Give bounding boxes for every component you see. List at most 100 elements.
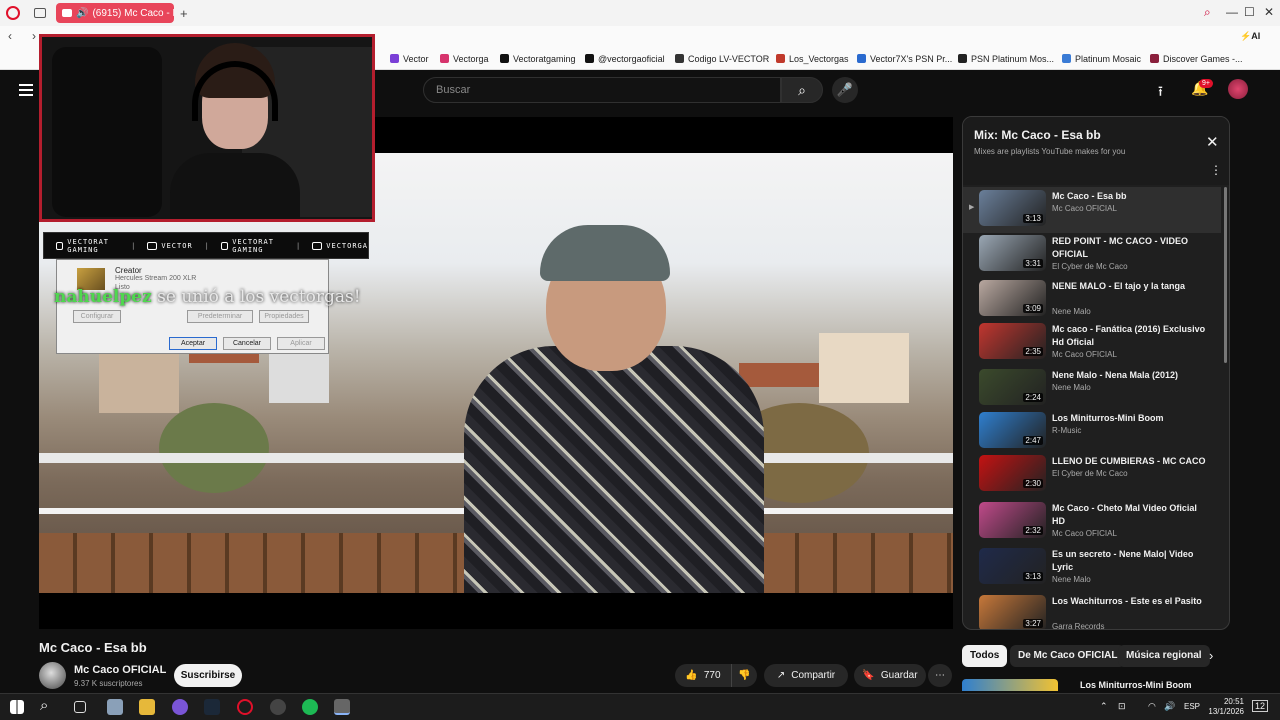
folder-icon[interactable] [139, 699, 155, 715]
voice-search-button[interactable]: 🎤 [832, 77, 858, 103]
window-close-button[interactable]: ✕ [1264, 5, 1274, 19]
clock-time: 20:51 [1223, 697, 1244, 706]
channel-name[interactable]: Mc Caco OFICIAL [74, 664, 166, 676]
bookmark-item[interactable]: Vectorga [440, 54, 489, 64]
bookmark-item[interactable]: Platinum Mosaic [1062, 54, 1141, 64]
playlist-item[interactable]: 3:31 RED POINT - MC CACO - VIDEO OFICIAL E… [963, 232, 1221, 278]
search-tabs-icon[interactable]: ⌕ [1204, 5, 1211, 20]
chevron-right-icon[interactable]: › [1209, 648, 1213, 663]
playlist-item[interactable]: 3:13 Es un secreto - Nene Malo| Video Lyr… [963, 545, 1221, 591]
bookmark-favicon-icon [776, 54, 785, 63]
apply-button[interactable]: Aplicar [277, 337, 325, 350]
chip-regional-music[interactable]: Música regional [1118, 645, 1210, 667]
minimize-button[interactable]: — [1226, 5, 1238, 19]
social-links-banner: VECTORAT GAMING | VECTOR | VECTORAT GAMI… [43, 232, 369, 259]
playlist-item[interactable]: 2:24 Nene Malo - Nena Mala (2012) Nene Mal… [963, 366, 1221, 412]
search-input[interactable]: Buscar [423, 77, 781, 103]
obs-icon[interactable] [270, 699, 286, 715]
opera-logo-icon[interactable] [6, 6, 20, 20]
configure-button[interactable]: Configurar [73, 310, 121, 323]
active-tab[interactable]: 🔊 (6915) Mc Caco - Esa b ✕ [56, 3, 174, 23]
social-twitter: VECTORAT GAMING [232, 237, 274, 254]
social-twitch: VECTOR [161, 241, 193, 250]
chip-channel[interactable]: De Mc Caco OFICIAL [1010, 645, 1126, 667]
opera-gx-icon[interactable] [172, 699, 188, 715]
back-icon[interactable]: ‹ [8, 29, 12, 43]
file-manager-icon[interactable] [107, 699, 123, 715]
playlist-item-thumbnail: 3:31 [979, 235, 1046, 271]
playlist-item[interactable]: ▶ 3:13 Mc Caco - Esa bb Mc Caco OFICIAL [963, 187, 1221, 233]
language-indicator[interactable]: ESP [1184, 702, 1200, 711]
menu-icon[interactable] [19, 84, 33, 96]
playlist-item-channel: Mc Caco OFICIAL [1052, 204, 1117, 213]
account-avatar[interactable] [1228, 79, 1248, 99]
set-default-button[interactable]: Predeterminar [187, 310, 253, 323]
mix-header: Mix: Mc Caco - Esa bb Mixes are playlist… [963, 117, 1229, 185]
clock[interactable]: 20:51 13/1/2026 [1204, 697, 1244, 717]
playlist-item[interactable]: 2:35 Mc caco - Fanática (2016) Exclusivo … [963, 320, 1221, 366]
bookmark-item[interactable]: Discover Games -... [1150, 54, 1243, 64]
save-button[interactable]: 🔖 Guardar [854, 664, 926, 687]
spotify-icon[interactable] [302, 699, 318, 715]
bookmark-item[interactable]: Vectoratgaming [500, 54, 576, 64]
bookmark-label: Vector [403, 53, 429, 64]
subscribe-button[interactable]: Suscribirse [174, 664, 242, 687]
playlist-item-title: Mc caco - Fanática (2016) Exclusivo Hd O… [1052, 324, 1206, 347]
task-view-icon[interactable] [74, 701, 86, 713]
playlist-item-duration: 3:09 [1023, 304, 1043, 313]
next-video-row[interactable]: Los Miniturros-Mini Boom [962, 679, 1230, 691]
playlist-item-channel: Garra Records [1052, 622, 1105, 630]
network-icon[interactable]: ⊡ [1118, 701, 1126, 712]
forward-icon[interactable]: › [32, 29, 36, 43]
mix-title: Mix: Mc Caco - Esa bb [974, 128, 1101, 142]
search-button[interactable]: ⌕ [781, 77, 823, 103]
playlist-item-duration: 2:47 [1023, 436, 1043, 445]
more-actions-button[interactable]: ⋯ [928, 664, 952, 687]
playlist-item-thumbnail: 3:13 [979, 548, 1046, 584]
notification-center-icon[interactable]: 12 [1252, 700, 1269, 712]
ok-button[interactable]: Aceptar [169, 337, 217, 350]
speaker-icon[interactable]: 🔊 [76, 8, 88, 19]
search-icon[interactable]: ⌕ [40, 697, 48, 714]
opera-icon[interactable] [237, 699, 253, 715]
steam-icon[interactable] [204, 699, 220, 715]
properties-button[interactable]: Propiedades [259, 310, 309, 323]
share-button[interactable]: ↗ Compartir [764, 664, 848, 687]
scrollbar[interactable] [1224, 187, 1227, 363]
bookmark-item[interactable]: Los_Vectorgas [776, 54, 849, 64]
youtube-favicon-icon [62, 9, 72, 17]
playlist-item[interactable]: 3:09 NENE MALO - El tajo y la tanga Nene M… [963, 277, 1221, 323]
maximize-button[interactable]: ☐ [1244, 5, 1255, 19]
bookmark-item[interactable]: @vectorgaoficial [585, 54, 665, 64]
bookmark-label: @vectorgaoficial [598, 53, 665, 64]
wifi-icon[interactable]: ◠ [1148, 701, 1156, 712]
volume-icon[interactable]: 🔊 [1164, 701, 1175, 712]
bookmark-item[interactable]: Codigo LV-VECTOR [675, 54, 769, 64]
dislike-button[interactable]: 👎 [731, 664, 757, 687]
bookmark-item[interactable]: PSN Platinum Mos... [958, 54, 1054, 64]
playlist-item[interactable]: 2:47 Los Miniturros-Mini Boom R-Music [963, 409, 1221, 455]
close-icon[interactable]: ✕ [1206, 133, 1219, 151]
upload-icon[interactable]: ⭱ [1158, 81, 1163, 105]
active-app-icon[interactable] [334, 699, 350, 715]
clock-date: 13/1/2026 [1208, 707, 1244, 716]
bookmark-favicon-icon [390, 54, 399, 63]
bookmark-item[interactable]: Vector7X's PSN Pr... [857, 54, 952, 64]
new-tab-button[interactable]: + [180, 6, 188, 21]
cancel-button[interactable]: Cancelar [223, 337, 271, 350]
chip-all[interactable]: Todos [962, 645, 1008, 667]
tab-overview-icon[interactable] [34, 8, 46, 18]
social-instagram: VECTORGA [326, 241, 368, 250]
channel-avatar[interactable] [39, 662, 66, 689]
playlist-item[interactable]: 3:27 Los Wachiturros - Este es el Pasito G… [963, 592, 1221, 630]
playlist-item[interactable]: 2:32 Mc Caco - Cheto Mal Video Oficial HD… [963, 499, 1221, 545]
windows-taskbar: ⌕ ⌃ ⊡ ◠ 🔊 ESP 20:51 13/1/2026 12 [0, 693, 1280, 720]
ai-button[interactable]: ⚡AI [1240, 31, 1260, 42]
bookmark-item[interactable]: Vector [390, 54, 429, 64]
like-button[interactable]: 👍 770 [675, 664, 731, 687]
start-icon[interactable] [10, 700, 24, 714]
tray-chevron-icon[interactable]: ⌃ [1100, 701, 1108, 712]
more-vertical-icon[interactable]: ⋮ [1210, 163, 1222, 177]
playlist-item[interactable]: 2:30 LLENO DE CUMBIERAS - MC CACO El Cyber… [963, 452, 1221, 498]
share-label: Compartir [791, 670, 836, 681]
